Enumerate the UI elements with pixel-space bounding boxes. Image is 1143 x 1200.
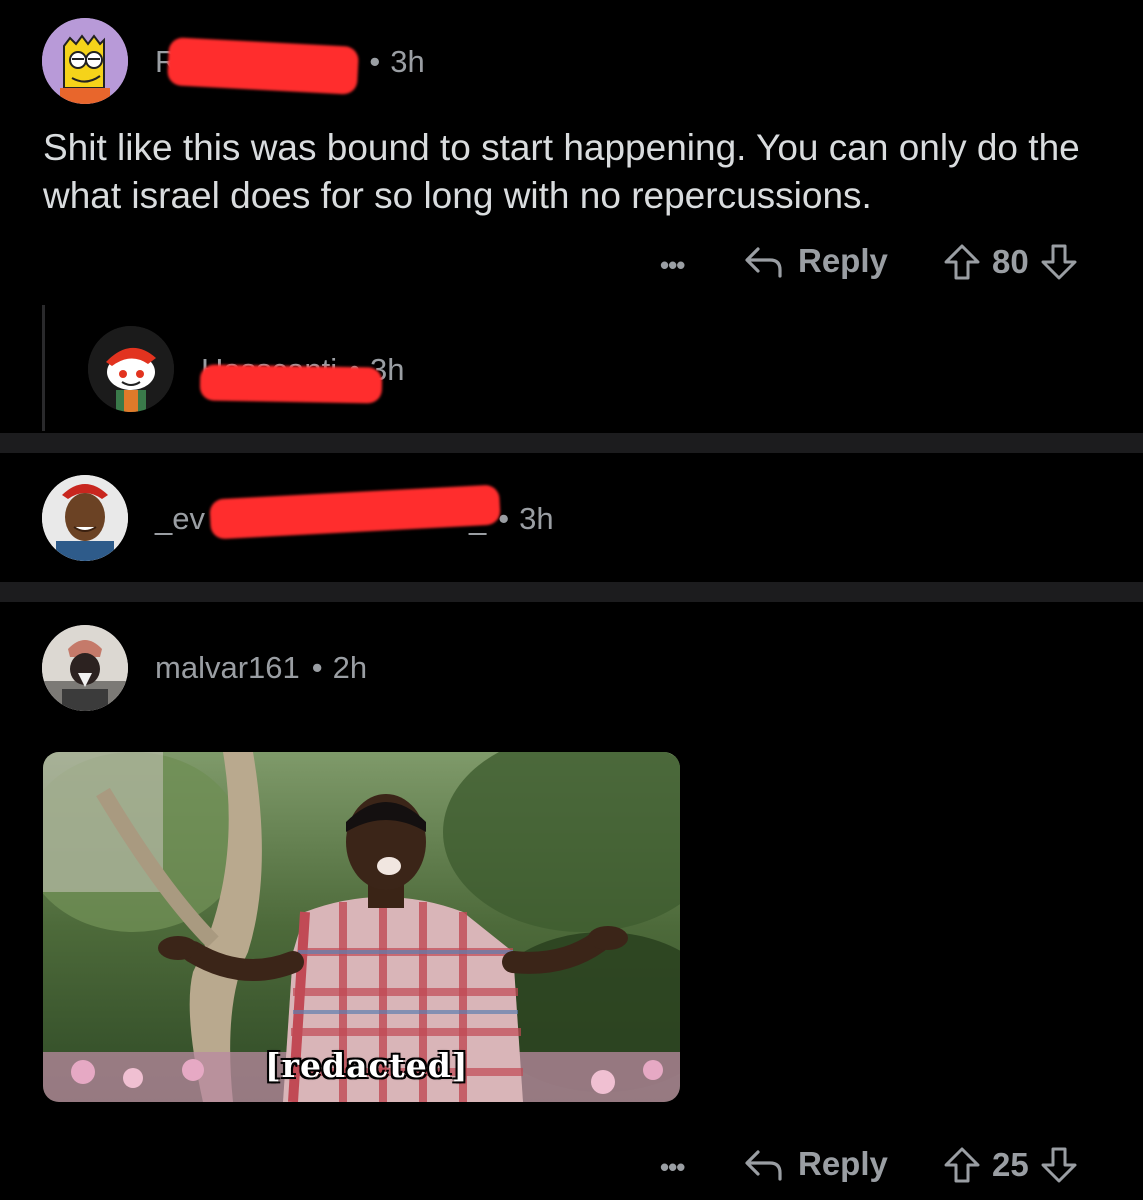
timestamp: 3h: [390, 44, 425, 79]
upvote-icon[interactable]: [942, 1145, 982, 1185]
reply-arrow-icon: [745, 1150, 782, 1181]
downvote-icon[interactable]: [1039, 1145, 1079, 1185]
reply-label: Reply: [798, 242, 888, 279]
comment-divider: [0, 582, 1143, 602]
comment-divider: [0, 433, 1143, 453]
username[interactable]: malvar161: [155, 650, 300, 685]
avatar[interactable]: [88, 326, 174, 412]
vote-count: 25: [992, 1146, 1029, 1183]
vote-controls: 25: [942, 1145, 1079, 1185]
comment-meta: malvar161 • 2h: [155, 650, 368, 685]
username[interactable]: _ev: [155, 501, 205, 536]
avatar[interactable]: [42, 18, 128, 104]
redaction-mark: [166, 37, 360, 95]
snoo-avatar-icon: [88, 326, 174, 412]
gif-media[interactable]: [redacted]: [43, 752, 680, 1102]
upvote-icon[interactable]: [942, 242, 982, 282]
reply-button[interactable]: Reply: [744, 1145, 888, 1183]
vote-controls: 80: [942, 242, 1079, 282]
media-caption: [redacted]: [265, 1046, 469, 1085]
more-options-button[interactable]: •••: [660, 250, 685, 281]
redaction-mark: [199, 364, 383, 404]
comment-body: Shit like this was bound to start happen…: [43, 127, 1080, 216]
avatar[interactable]: [42, 625, 128, 711]
reply-button[interactable]: Reply: [744, 242, 888, 280]
timestamp: 2h: [332, 650, 368, 685]
vote-count: 80: [992, 243, 1029, 280]
person-avatar-icon: [42, 475, 128, 561]
timestamp: 3h: [519, 501, 554, 536]
bart-avatar-icon: [42, 18, 128, 104]
downvote-icon[interactable]: [1039, 242, 1079, 282]
reply-label: Reply: [798, 1145, 888, 1182]
more-options-button[interactable]: •••: [660, 1152, 685, 1183]
reply-arrow-icon: [745, 247, 782, 278]
dog-avatar-icon: [42, 625, 128, 711]
thread-line[interactable]: [42, 305, 45, 431]
avatar[interactable]: [42, 475, 128, 561]
